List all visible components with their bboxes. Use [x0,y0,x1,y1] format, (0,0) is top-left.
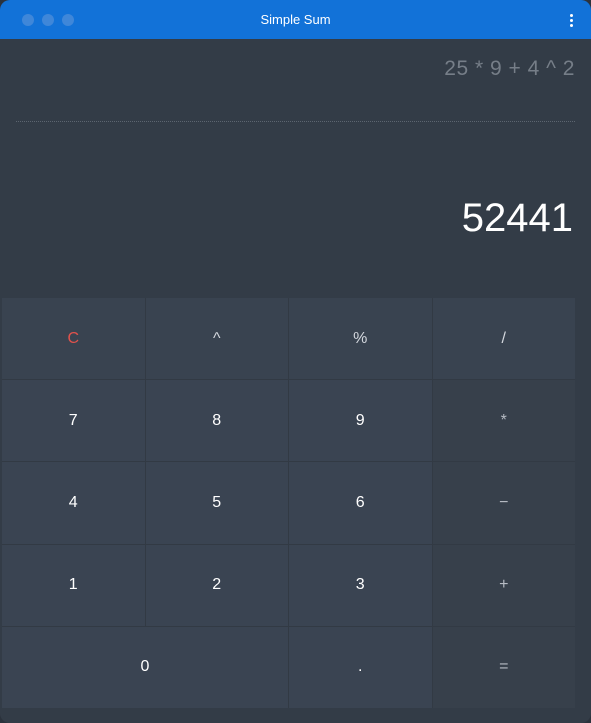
digit-3-button[interactable]: 3 [289,544,432,626]
digit-8-button[interactable]: 8 [145,380,288,462]
decimal-button[interactable]: . [289,626,432,708]
percent-button[interactable]: % [289,298,432,380]
result-text: 52441 [461,196,573,240]
display-divider [16,121,575,122]
digit-9-button[interactable]: 9 [289,380,432,462]
calculator-display: 25 * 9 + 4 ^ 2 52441 [0,39,591,298]
digit-6-button[interactable]: 6 [289,462,432,544]
add-button[interactable]: + [432,544,575,626]
clear-button[interactable]: C [2,298,145,380]
digit-4-button[interactable]: 4 [2,462,145,544]
digit-0-button[interactable]: 0 [2,626,288,708]
multiply-button[interactable]: * [432,380,575,462]
subtract-button[interactable]: − [432,462,575,544]
equals-button[interactable]: = [432,626,575,708]
app-window: Simple Sum 25 * 9 + 4 ^ 2 52441 C ^ % / … [0,0,591,723]
bottom-bar [0,708,591,723]
title-bar: Simple Sum [0,0,591,39]
digit-5-button[interactable]: 5 [145,462,288,544]
digit-2-button[interactable]: 2 [145,544,288,626]
divide-button[interactable]: / [432,298,575,380]
keypad: C ^ % / 7 8 9 * 4 5 6 − 1 2 3 + 0 . = [2,298,575,708]
kebab-menu-icon[interactable] [561,9,581,31]
digit-1-button[interactable]: 1 [2,544,145,626]
window-title: Simple Sum [260,12,331,27]
expression-text: 25 * 9 + 4 ^ 2 [444,57,575,80]
digit-7-button[interactable]: 7 [2,380,145,462]
side-panel [575,298,591,708]
power-button[interactable]: ^ [145,298,288,380]
